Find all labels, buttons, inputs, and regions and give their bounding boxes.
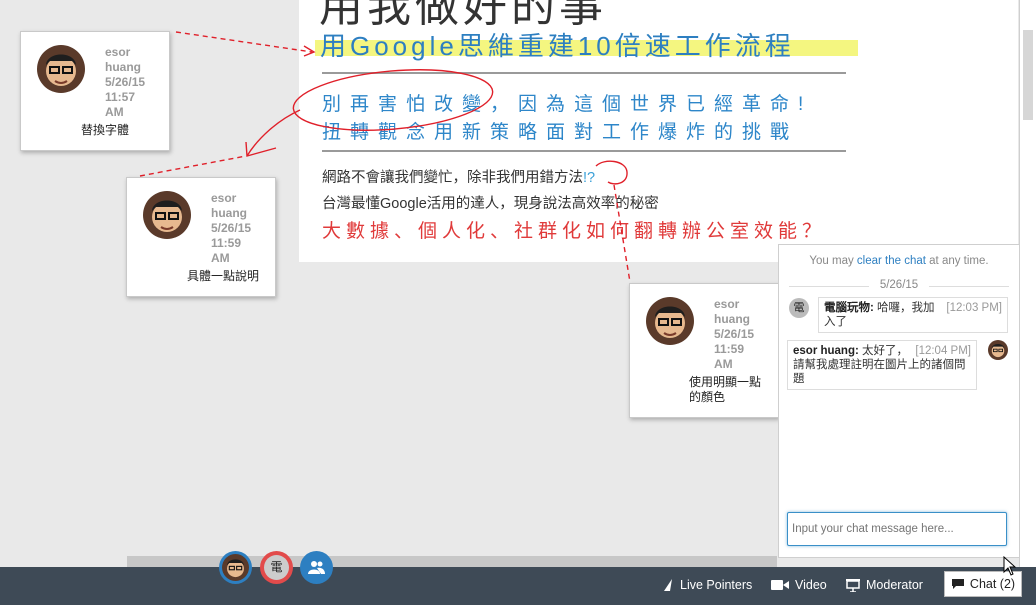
chat-date: 5/26/15 [879, 279, 919, 291]
note-time: 11:59 [714, 342, 745, 356]
video-button[interactable]: Video [771, 573, 827, 597]
avatar-char: 電 [793, 302, 805, 314]
author-last: huang [211, 206, 247, 220]
message-time: [12:04 PM] [915, 345, 971, 357]
author-last: huang [714, 312, 750, 326]
avatar [143, 191, 191, 239]
invite-users-button[interactable] [300, 551, 333, 584]
note-meta: esor huang 5/26/15 11:59 AM [211, 191, 271, 266]
cursor-icon [1003, 556, 1016, 576]
note-meta: esor huang 5/26/15 11:57 AM [105, 45, 165, 120]
note-meta: esor huang 5/26/15 11:59 AM [714, 297, 774, 372]
user2-char: 電 [264, 555, 289, 580]
avatar [988, 340, 1008, 360]
author-first: esor [714, 297, 740, 311]
chat-input[interactable] [787, 512, 1007, 546]
avatar [37, 45, 85, 93]
author-last: huang [105, 60, 141, 74]
avatar [222, 554, 249, 581]
presenter-icon [846, 578, 860, 592]
divider-line [789, 286, 869, 287]
message-time: [12:03 PM] [946, 302, 1002, 314]
dashed-connector-3 [613, 184, 631, 283]
hint-before: You may [809, 255, 857, 267]
hint-after: at any time. [925, 255, 989, 267]
note-ampm: AM [211, 251, 230, 265]
divider-line [929, 286, 1009, 287]
note-card[interactable]: esor huang 5/26/15 11:57 AM 替換字體 [20, 31, 170, 151]
chat-panel: You may clear the chat at any time. 5/26… [778, 244, 1020, 558]
video-label: Video [795, 578, 827, 592]
moderator-button[interactable]: Moderator [846, 573, 923, 597]
users-icon [308, 561, 325, 574]
circle-annotation [292, 69, 494, 131]
note-date: 5/26/15 [105, 75, 146, 89]
user-avatar-button[interactable] [219, 551, 252, 584]
user-avatar: 電 [789, 298, 809, 318]
note-text: 使用明顯一點的顏色 [689, 375, 762, 404]
live-pointers-label: Live Pointers [680, 578, 753, 592]
chat-hint: You may clear the chat at any time. [779, 255, 1019, 267]
bottom-toolbar: Live Pointers Video Moderator [0, 567, 1036, 605]
note-ampm: AM [714, 357, 733, 371]
clear-chat-link[interactable]: clear the chat [857, 255, 926, 267]
avatar [646, 297, 694, 345]
chat-bubble-icon [951, 579, 964, 589]
moderator-label: Moderator [866, 578, 923, 592]
chat-message: [12:04 PM] esor huang: 太好了，請幫我處理註明在圖片上的諸個… [787, 340, 977, 390]
author-first: esor [211, 191, 237, 205]
dashed-connector-1 [175, 31, 313, 53]
chat-date-divider: 5/26/15 [779, 279, 1019, 291]
user-avatar-button[interactable]: 電 [260, 551, 293, 584]
video-camera-icon [771, 580, 789, 590]
small-circle-annotation [595, 160, 628, 185]
message-author: 電腦玩物: [824, 302, 874, 314]
chat-label: Chat (2) [969, 577, 1016, 591]
message-author: esor huang: [793, 345, 859, 357]
author-first: esor [105, 45, 131, 59]
live-pointers-button[interactable]: Live Pointers [662, 573, 752, 597]
note-date: 5/26/15 [211, 221, 252, 235]
note-card[interactable]: esor huang 5/26/15 11:59 AM 具體一點說明 [126, 177, 276, 297]
note-text: 替換字體 [81, 123, 130, 137]
note-text: 具體一點說明 [187, 269, 260, 283]
dashed-connector-2 [139, 155, 247, 177]
chat-message: [12:03 PM] 電腦玩物: 哈囉，我加入了 [818, 297, 1008, 333]
pointer-icon [664, 579, 672, 591]
note-date: 5/26/15 [714, 327, 755, 341]
note-card[interactable]: esor huang 5/26/15 11:59 AM 使用明顯一點的顏色 [629, 283, 779, 418]
note-time: 11:59 [211, 236, 242, 250]
note-time: 11:57 [105, 90, 136, 104]
pen-arrow-head [245, 141, 277, 157]
note-ampm: AM [105, 105, 124, 119]
